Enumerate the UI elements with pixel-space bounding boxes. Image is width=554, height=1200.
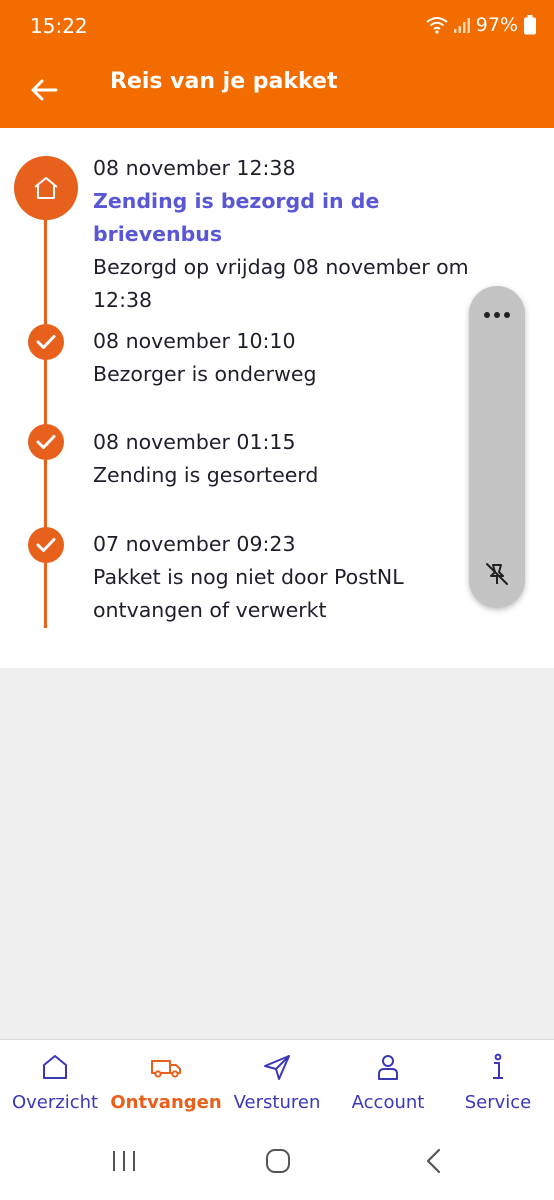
unpin-button[interactable] (469, 554, 525, 598)
nav-label: Service (464, 1092, 532, 1113)
event-description: Bezorger is onderweg (93, 362, 317, 386)
bottom-nav: Overzicht Ontvangen Versturen Account Se… (0, 1039, 554, 1129)
event-title-link[interactable]: Zending is bezorgd in de brievenbus (93, 185, 513, 251)
battery-icon (524, 15, 536, 35)
delivery-truck-icon (149, 1052, 183, 1086)
page-title: Reis van je pakket (110, 69, 338, 94)
nav-label: Ontvangen (110, 1092, 222, 1113)
app-bar: Reis van je pakket (0, 56, 554, 128)
floating-toolbar (469, 286, 525, 608)
status-icons: 97% (426, 14, 536, 36)
check-icon (28, 324, 64, 360)
info-icon (483, 1052, 513, 1086)
home-outline-icon (40, 1052, 70, 1086)
nav-item-overzicht[interactable]: Overzicht (12, 1052, 98, 1122)
timeline-line (44, 208, 47, 628)
timeline-event: 08 november 10:10 Bezorger is onderweg (93, 325, 513, 391)
nav-label: Overzicht (11, 1092, 99, 1113)
event-datetime: 08 november 10:10 (93, 329, 296, 353)
nav-item-versturen[interactable]: Versturen (232, 1052, 322, 1122)
home-icon (14, 156, 78, 220)
back-nav-button[interactable] (416, 1145, 452, 1181)
recent-apps-icon (111, 1149, 137, 1177)
system-nav-bar (0, 1129, 554, 1200)
home-circle-icon (265, 1148, 291, 1178)
send-icon (262, 1052, 292, 1086)
status-bar: 15:22 97% (0, 0, 554, 56)
nav-label: Versturen (233, 1092, 321, 1113)
person-icon (373, 1052, 403, 1086)
chevron-left-icon (424, 1148, 444, 1178)
battery-level: 97% (475, 14, 518, 36)
nav-item-service[interactable]: Service (462, 1052, 534, 1122)
status-time: 15:22 (30, 14, 88, 38)
event-datetime: 08 november 12:38 (93, 156, 296, 180)
unpin-icon (484, 561, 510, 591)
event-description: Pakket is nog niet door PostNL ontvangen… (93, 565, 404, 622)
check-icon (28, 527, 64, 563)
event-datetime: 08 november 01:15 (93, 430, 296, 454)
arrow-left-icon (30, 78, 58, 106)
timeline-event: 07 november 09:23 Pakket is nog niet doo… (93, 528, 453, 627)
nav-item-account[interactable]: Account (346, 1052, 430, 1122)
back-button[interactable] (24, 66, 64, 118)
wifi-icon (426, 16, 448, 34)
event-datetime: 07 november 09:23 (93, 532, 296, 556)
timeline-event: 08 november 01:15 Zending is gesorteerd (93, 426, 513, 492)
event-description: Bezorgd op vrijdag 08 november om 12:38 (93, 255, 469, 312)
nav-label: Account (351, 1092, 425, 1113)
recent-apps-button[interactable] (106, 1145, 142, 1181)
check-icon (28, 424, 64, 460)
signal-icon (453, 16, 470, 34)
nav-item-ontvangen[interactable]: Ontvangen (110, 1052, 222, 1122)
more-horizontal-icon (483, 304, 511, 323)
more-options-button[interactable] (469, 298, 525, 328)
event-description: Zending is gesorteerd (93, 463, 319, 487)
home-button[interactable] (260, 1145, 296, 1181)
timeline-event: 08 november 12:38 Zending is bezorgd in … (93, 152, 513, 317)
